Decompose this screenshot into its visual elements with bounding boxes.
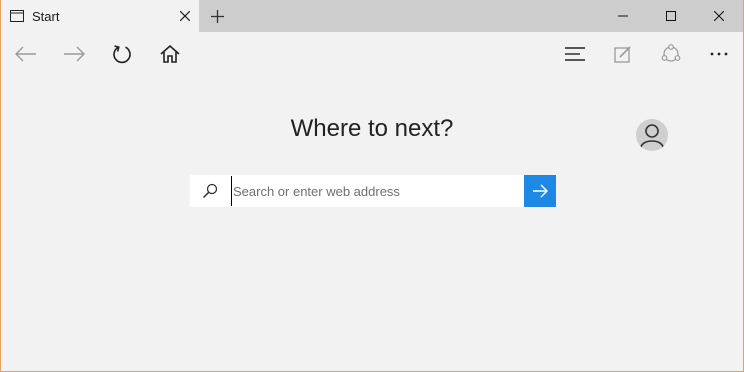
forward-button[interactable] [50, 32, 98, 76]
search-box [190, 175, 556, 207]
maximize-icon [666, 11, 676, 21]
new-tab-button[interactable] [199, 0, 235, 32]
maximize-button[interactable] [647, 0, 695, 32]
refresh-icon [112, 44, 132, 64]
browser-window: Start Where to next? Search or enter web… [0, 0, 744, 372]
window-icon [10, 8, 26, 24]
navigation-bar [1, 32, 743, 76]
search-icon [190, 175, 230, 207]
home-icon [160, 45, 180, 63]
search-input[interactable] [231, 176, 524, 206]
plus-icon [210, 9, 224, 23]
forward-arrow-icon [63, 46, 85, 62]
share-icon [660, 44, 682, 64]
search-field [190, 175, 524, 207]
close-tab-icon[interactable] [171, 0, 199, 32]
hub-button[interactable] [551, 32, 599, 76]
go-button[interactable] [524, 175, 556, 207]
back-arrow-icon [15, 46, 37, 62]
home-button[interactable] [146, 32, 194, 76]
minimize-button[interactable] [599, 0, 647, 32]
back-button[interactable] [2, 32, 50, 76]
window-controls [599, 0, 743, 32]
page-heading: Where to next? [290, 115, 454, 142]
avatar[interactable] [636, 119, 668, 151]
more-button[interactable] [695, 32, 743, 76]
web-note-button[interactable] [599, 32, 647, 76]
web-note-icon [614, 45, 632, 63]
hub-icon [565, 47, 585, 61]
close-icon [714, 11, 724, 21]
tab-start[interactable]: Start [1, 0, 199, 32]
close-window-button[interactable] [695, 0, 743, 32]
arrow-right-icon [532, 184, 548, 198]
more-icon [710, 52, 728, 56]
share-button[interactable] [647, 32, 695, 76]
minimize-icon [618, 11, 628, 21]
refresh-button[interactable] [98, 32, 146, 76]
title-bar: Start [1, 0, 743, 32]
user-icon [640, 124, 664, 148]
tab-title: Start [32, 8, 60, 24]
